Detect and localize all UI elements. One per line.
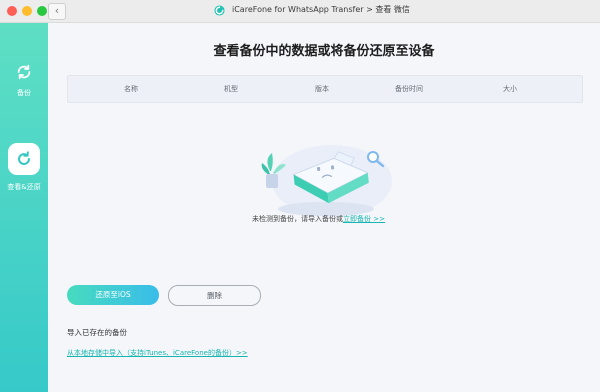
sidebar: 备份 查看&还原 [0, 23, 48, 392]
restore-to-ios-button[interactable]: 还原至iOS [67, 285, 159, 305]
close-window-button[interactable] [7, 6, 17, 16]
restore-icon [18, 151, 30, 165]
refresh-icon [17, 64, 31, 80]
column-header-backup-time: 备份时间 [395, 85, 423, 93]
empty-state-text: 未检测到备份，请导入备份或 [252, 215, 343, 223]
import-from-local-link[interactable]: 从本地存储中导入（支持iTunes、iCareFone的备份）>> [67, 348, 248, 358]
back-button[interactable]: ‹ [48, 3, 66, 20]
sidebar-item-backup[interactable]: 备份 [0, 63, 48, 98]
import-section-title: 导入已存在的备份 [67, 328, 127, 337]
main-content: 查看备份中的数据或将备份还原至设备 名称 机型 版本 备份时间 大小 未检测到备… [48, 23, 600, 392]
column-header-model: 机型 [224, 85, 238, 93]
empty-state-message: 未检测到备份，请导入备份或立即备份 >> [252, 214, 385, 224]
delete-button[interactable]: 删除 [168, 285, 261, 306]
minimize-window-button[interactable] [22, 6, 32, 16]
sidebar-item-view-restore[interactable]: 查看&还原 [0, 143, 48, 192]
sidebar-item-label: 查看&还原 [7, 183, 41, 191]
page-title: 查看备份中的数据或将备份还原至设备 [213, 44, 435, 59]
column-header-size: 大小 [503, 85, 517, 93]
sidebar-item-label: 备份 [17, 89, 31, 97]
column-header-name: 名称 [124, 85, 138, 93]
zoom-window-button[interactable] [37, 6, 47, 16]
restore-icon-tile [8, 143, 40, 175]
backup-table-header: 名称 机型 版本 备份时间 大小 [67, 75, 583, 103]
app-window: ‹ iCareFone for WhatsApp Transfer > 查看 微… [0, 0, 600, 392]
empty-state-illustration [261, 145, 392, 217]
app-logo-icon [214, 5, 225, 16]
window-title: iCareFone for WhatsApp Transfer > 查看 微信 [232, 5, 410, 14]
backup-now-link[interactable]: 立即备份 >> [343, 215, 385, 223]
column-header-version: 版本 [315, 85, 329, 93]
title-bar: ‹ iCareFone for WhatsApp Transfer > 查看 微… [0, 0, 600, 23]
